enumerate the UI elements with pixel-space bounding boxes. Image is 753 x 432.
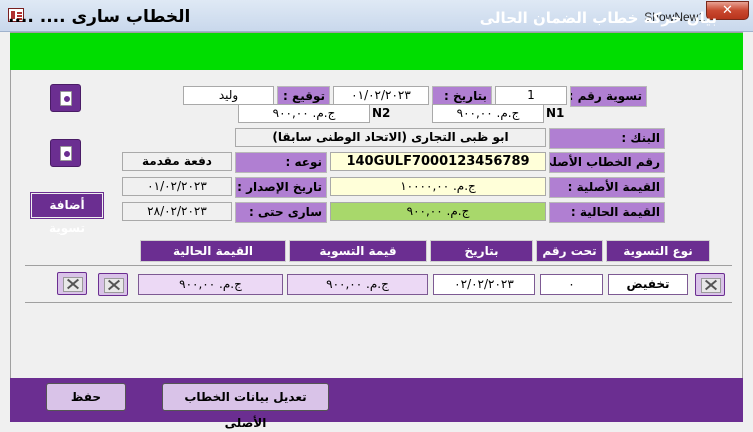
delete-row-button-right[interactable] xyxy=(695,273,725,296)
n1-field[interactable]: ج.م. ٩٠٠,٠٠ xyxy=(432,104,544,123)
bank-label: البنك : xyxy=(549,128,665,149)
form-header xyxy=(10,33,743,70)
column-header-settlement-type: نوع التسوية xyxy=(606,240,710,262)
column-header-current-value: القيمة الحالية xyxy=(140,240,286,262)
cancel-row-button[interactable] xyxy=(98,273,128,296)
letter-type-field[interactable]: دفعة مقدمة xyxy=(122,152,232,171)
open-document-button-2[interactable] xyxy=(50,139,81,167)
valid-until-label: سارى حتى : xyxy=(235,202,327,223)
n2-label: N2 xyxy=(372,106,391,120)
form-title: بيان حركة خطاب الضمان الحالى xyxy=(479,9,717,27)
document-icon xyxy=(60,146,72,161)
original-letter-number-field[interactable]: 140GULF7000123456789 xyxy=(330,152,546,171)
add-settlement-button[interactable]: أضافة تسوية xyxy=(30,192,104,235)
column-header-number: تحت رقم xyxy=(536,240,603,262)
letter-status: الخطاب سارى .... .... xyxy=(8,7,191,27)
row-date: ٠٢/٠٢/٢٠٢٣ xyxy=(433,274,535,295)
letter-type-label: نوعه : xyxy=(235,152,327,173)
open-document-button[interactable] xyxy=(50,84,81,112)
issue-date-field[interactable]: ٠١/٠٢/٢٠٢٣ xyxy=(122,177,232,196)
current-value-field[interactable]: ج.م. ٩٠٠,٠٠ xyxy=(330,202,546,221)
settlement-number-field[interactable]: 1 xyxy=(495,86,567,105)
signature-field[interactable]: وليد xyxy=(183,86,274,105)
valid-until-field[interactable]: ٢٨/٠٢/٢٠٢٣ xyxy=(122,202,232,221)
current-value-label: القيمة الحالية : xyxy=(549,202,665,223)
row-settlement-value: ج.م. ٩٠٠,٠٠ xyxy=(287,274,428,295)
original-value-field[interactable]: ج.م. ١٠٠٠٠,٠٠ xyxy=(330,177,546,196)
settlement-number-label: تسوية رقم : xyxy=(570,86,647,107)
edit-original-letter-button[interactable]: تعديل بيانات الخطاب الأصلى xyxy=(162,383,329,430)
original-letter-number-label: رقم الخطاب الأصلى : xyxy=(549,152,665,173)
row-number: ٠ xyxy=(540,274,603,295)
column-header-date: بتاريخ xyxy=(430,240,533,262)
document-icon xyxy=(60,91,72,106)
n1-label: N1 xyxy=(546,106,565,120)
original-value-label: القيمة الأصلية : xyxy=(549,177,665,198)
row-settlement-type: تخفيض xyxy=(608,274,688,295)
delete-row-button[interactable] xyxy=(57,272,87,295)
settlement-date-field[interactable]: ٠١/٠٢/٢٠٢٣ xyxy=(333,86,429,105)
n2-field[interactable]: ج.م. ٩٠٠,٠٠ xyxy=(238,104,370,123)
row-current-value: ج.م. ٩٠٠,٠٠ xyxy=(138,274,283,295)
issue-date-label: تاريخ الإصدار : xyxy=(235,177,327,198)
column-header-settlement-value: قيمة التسوية xyxy=(289,240,427,262)
bank-field[interactable]: ابو ظبى التجارى (الاتحاد الوطنى سابقا) xyxy=(235,128,546,147)
save-button[interactable]: حفظ xyxy=(46,383,126,411)
